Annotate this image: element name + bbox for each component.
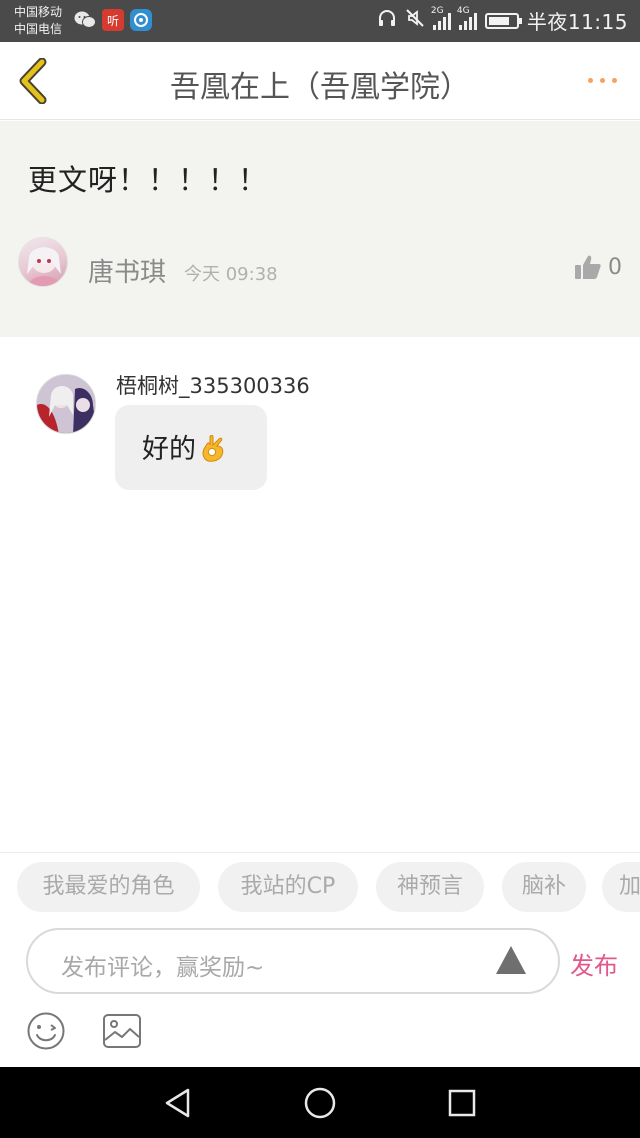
wechat-icon xyxy=(74,9,96,31)
tag-chip[interactable]: 加 xyxy=(602,862,640,912)
tag-chip[interactable]: 我站的CP xyxy=(218,862,358,912)
ting-app-icon: 听 xyxy=(102,9,124,31)
comment-text: 好的 xyxy=(142,434,196,465)
triangle-back-icon[interactable] xyxy=(160,1085,196,1121)
square-recent-icon[interactable] xyxy=(444,1085,480,1121)
status-bar: 中国移动 中国电信 听 2G 4G 半夜11:15 xyxy=(0,0,640,42)
comment-input[interactable]: 发布评论，赢奖励~ xyxy=(26,928,560,994)
tag-chip[interactable]: 神预言 xyxy=(376,862,484,912)
mute-icon xyxy=(405,8,425,33)
image-icon[interactable] xyxy=(102,1013,142,1049)
network-2g-label: 2G xyxy=(430,5,444,16)
commenter-name[interactable]: 梧桐树_335300336 xyxy=(116,370,310,400)
back-button[interactable] xyxy=(14,57,54,105)
status-right: 2G 4G 半夜11:15 xyxy=(377,6,628,35)
ok-hand-emoji-icon xyxy=(200,434,226,462)
author-name[interactable]: 唐书琪 xyxy=(88,252,166,289)
clock: 半夜11:15 xyxy=(526,10,628,34)
post-time: 今天 09:38 xyxy=(184,264,278,285)
system-navigation-bar xyxy=(0,1067,640,1138)
send-triangle-icon[interactable] xyxy=(494,944,528,976)
browser-app-icon xyxy=(130,9,152,31)
publish-button[interactable]: 发布 xyxy=(570,946,618,981)
notification-icons: 听 xyxy=(74,9,152,31)
tag-chip[interactable]: 我最爱的角色 xyxy=(17,862,200,912)
signal-2g-icon: 2G xyxy=(431,6,451,30)
page-title: 吾凰在上（吾凰学院） xyxy=(170,70,470,105)
headphones-icon xyxy=(377,8,397,33)
commenter-avatar[interactable] xyxy=(36,374,96,434)
carrier-2: 中国电信 xyxy=(14,22,63,36)
thumbs-up-icon[interactable] xyxy=(574,254,602,280)
battery-icon xyxy=(484,12,522,29)
circle-home-icon[interactable] xyxy=(302,1085,338,1121)
signal-4g-icon: 4G xyxy=(457,6,477,30)
topic-tag-strip: 我最爱的角色 我站的CP 神预言 脑补 加 xyxy=(0,852,640,920)
carrier-1: 中国移动 xyxy=(14,5,63,19)
author-avatar[interactable] xyxy=(18,237,68,287)
network-4g-label: 4G xyxy=(456,5,470,16)
smiley-icon[interactable] xyxy=(26,1011,66,1051)
more-button[interactable] xyxy=(582,70,622,90)
tag-chip[interactable]: 脑补 xyxy=(502,862,586,912)
post-card: 更文呀！！！！！ 唐书琪 今天 09:38 0 xyxy=(0,121,640,337)
like-count: 0 xyxy=(608,255,622,280)
comment-bubble[interactable]: 好的 xyxy=(115,405,267,490)
carrier-info: 中国移动 中国电信 xyxy=(14,4,62,38)
nav-bar: 吾凰在上（吾凰学院） xyxy=(0,42,640,120)
more-dots-icon xyxy=(587,77,593,83)
comment-input-placeholder: 发布评论，赢奖励~ xyxy=(61,955,265,981)
chevron-left-icon xyxy=(19,57,47,105)
post-text: 更文呀！！！！！ xyxy=(28,163,269,197)
